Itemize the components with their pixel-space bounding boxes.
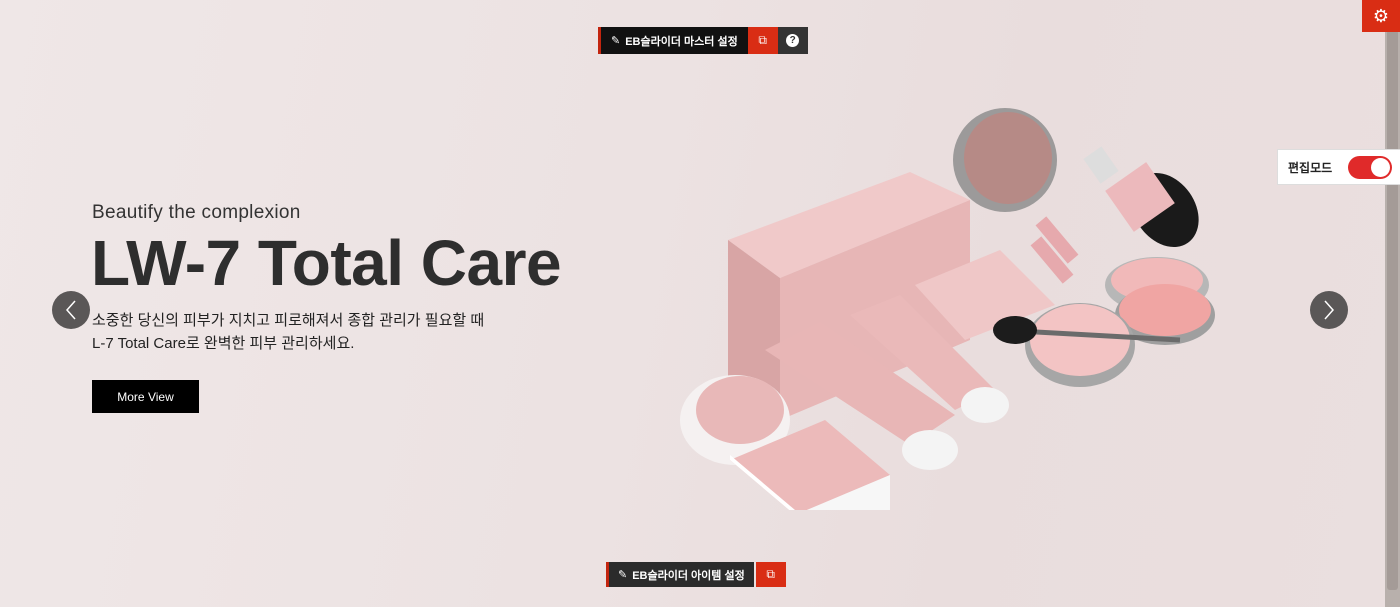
edit-icon: ✎: [611, 35, 621, 47]
slide-description: 소중한 당신의 피부가 지치고 피로해져서 종합 관리가 필요할 때 L-7 T…: [92, 309, 484, 355]
hero-slide: Beautify the complexion LW-7 Total Care …: [0, 0, 1385, 607]
description-line-2: L-7 Total Care로 완벽한 피부 관리하세요.: [92, 335, 355, 352]
external-link-icon: ⧉: [758, 33, 767, 47]
master-external-link-button[interactable]: ⧉: [747, 27, 778, 54]
chevron-left-icon: [65, 300, 76, 320]
slider-master-toolbar: ✎ EB슬라이더 마스터 설정 ⧉ ?: [598, 27, 808, 54]
description-line-1: 소중한 당신의 피부가 지치고 피로해져서 종합 관리가 필요할 때: [92, 312, 485, 329]
help-icon: ?: [786, 34, 800, 47]
next-slide-button[interactable]: [1310, 291, 1348, 329]
prev-slide-button[interactable]: [52, 291, 90, 329]
gear-icon: ⚙: [1372, 5, 1390, 26]
edit-mode-panel: 편집모드: [1277, 149, 1400, 185]
master-settings-button[interactable]: ✎ EB슬라이더 마스터 설정: [598, 27, 748, 54]
slide-title: LW-7 Total Care: [91, 227, 562, 299]
edit-icon: ✎: [618, 569, 628, 581]
cosmetics-product-image: [680, 108, 1215, 510]
chevron-right-icon: [1324, 300, 1335, 320]
item-external-link-button[interactable]: ⧉: [755, 562, 786, 587]
item-settings-button[interactable]: ✎ EB슬라이더 아이템 설정: [606, 562, 754, 587]
edit-mode-label: 편집모드: [1288, 160, 1333, 175]
scrollbar-thumb[interactable]: [1387, 30, 1398, 590]
help-button[interactable]: ?: [777, 27, 808, 54]
more-view-button[interactable]: More View: [92, 380, 199, 413]
admin-settings-button[interactable]: ⚙: [1362, 0, 1400, 32]
slider-item-toolbar: ✎ EB슬라이더 아이템 설정 ⧉: [606, 562, 786, 587]
edit-mode-toggle[interactable]: [1348, 156, 1392, 179]
page-scrollbar[interactable]: [1385, 0, 1400, 607]
slide-subtitle: Beautify the complexion: [92, 202, 301, 223]
item-settings-label: EB슬라이더 아이템 설정: [632, 569, 745, 582]
toggle-knob: [1371, 158, 1390, 177]
master-settings-label: EB슬라이더 마스터 설정: [625, 35, 738, 48]
external-link-icon: ⧉: [766, 567, 775, 581]
